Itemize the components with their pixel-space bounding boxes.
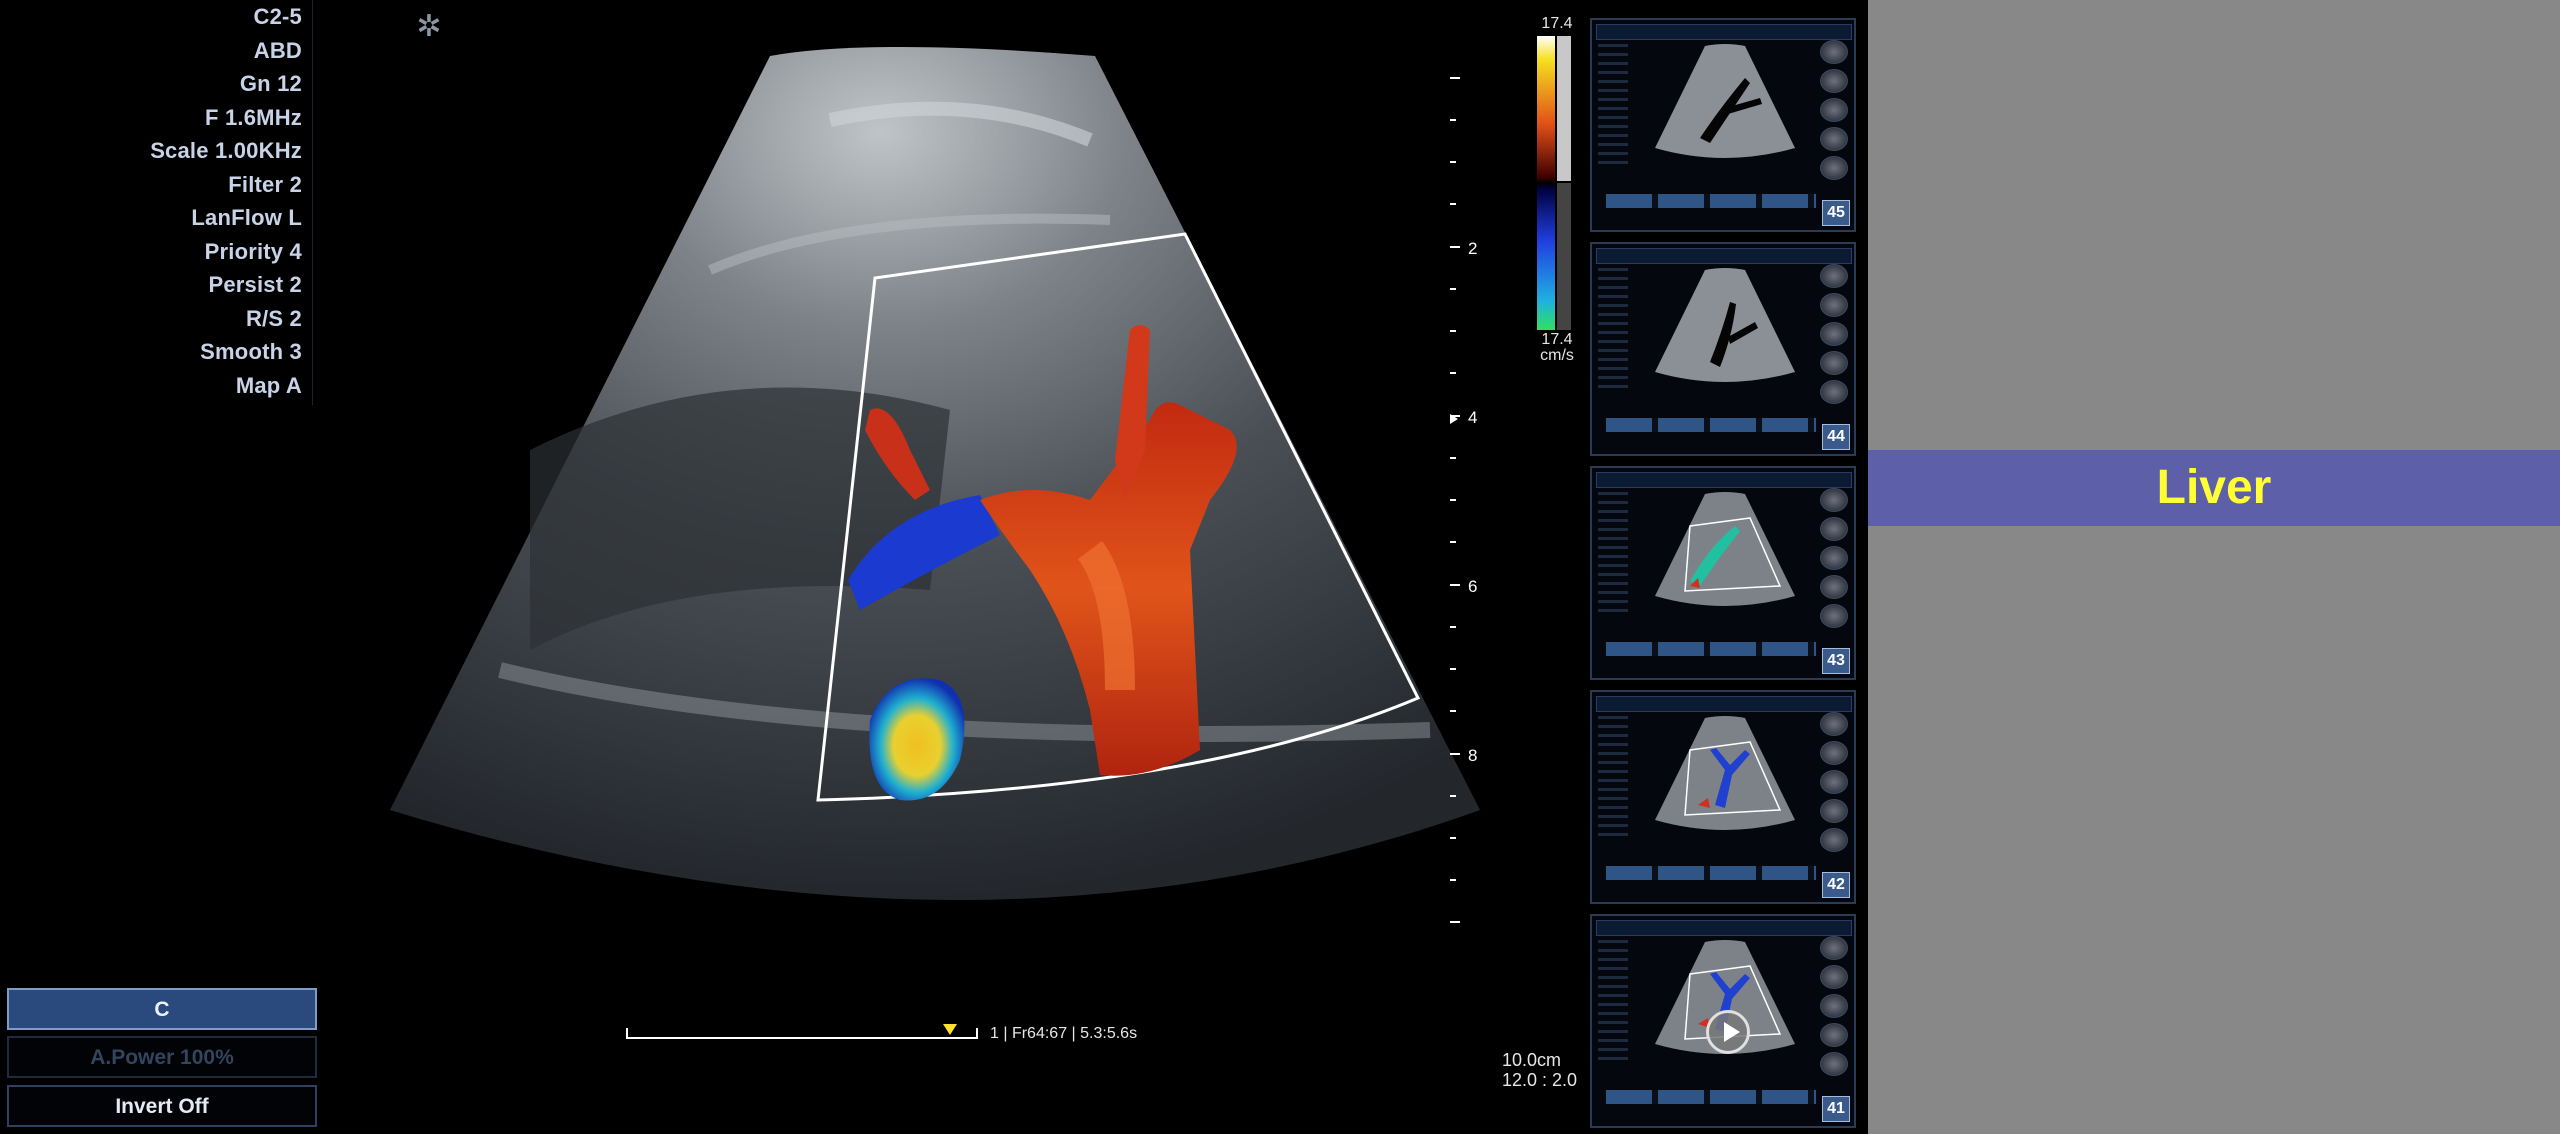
param-frequency: F 1.6MHz [205,105,302,130]
param-scale: Scale 1.00KHz [150,138,302,163]
thumbnail-number: 41 [1822,1096,1850,1122]
color-velocity-bar [1537,36,1571,330]
param-lanflow: LanFlow L [191,205,302,230]
thumbnail-41[interactable]: 41 [1590,914,1856,1128]
param-probe: C2-5 [253,4,302,29]
depth-label-6: 6 [1468,577,1477,596]
colorbar-max-label: 17.4 [1541,15,1573,32]
play-icon[interactable] [1706,1010,1750,1054]
frame-ratio: 12.0 : 2.0 [1502,1070,1578,1090]
depth-label-8: 8 [1468,746,1477,765]
param-smooth: Smooth 3 [200,339,302,364]
thumbnail-42[interactable]: 42 [1590,690,1856,904]
organ-label-banner: Liver [1868,450,2560,526]
thumbnail-image [1655,44,1795,158]
thumbnail-number: 44 [1822,424,1850,450]
cine-position-marker-icon [943,1024,957,1035]
thumbnail-number: 43 [1822,648,1850,674]
thumbnail-number: 42 [1822,872,1850,898]
param-filter: Filter 2 [228,172,302,197]
acoustic-power-button[interactable]: A.Power 100% [7,1036,317,1078]
depth-value: 10.0cm [1502,1050,1562,1070]
right-panel [1868,0,2560,1134]
param-gain: Gn 12 [239,71,302,96]
cine-frame-info: 1 | Fr64:67 | 5.3:5.6s [990,1025,1138,1042]
thumbnail-43[interactable]: 43 [1590,466,1856,680]
thumbnail-number: 45 [1822,200,1850,226]
thumbnail-image [1655,268,1795,382]
param-priority: Priority 4 [204,239,302,264]
parameter-panel: C2-5 ABD Gn 12 F 1.6MHz Scale 1.00KHz Fi… [0,0,313,405]
cine-scrollbar[interactable] [625,1018,980,1042]
param-map: Map A [235,373,302,398]
invert-button[interactable]: Invert Off [7,1085,317,1127]
ultrasound-image[interactable]: 2 4 6 8 [330,30,1510,980]
thumbnail-44[interactable]: 44 [1590,242,1856,456]
depth-info: 10.0cm 12.0 : 2.0 [1502,1050,1577,1090]
thumbnail-45[interactable]: 45 [1590,18,1856,232]
depth-label-2: 2 [1468,239,1477,258]
colorbar-unit-label: cm/s [1540,347,1574,364]
param-persist: Persist 2 [208,272,302,297]
thumbnail-image [1655,492,1795,606]
depth-label-4: 4 [1468,408,1477,427]
param-rs: R/S 2 [245,306,302,331]
thumbnail-image [1655,716,1795,830]
param-preset: ABD [253,38,302,63]
color-mode-button[interactable]: C [7,988,317,1030]
